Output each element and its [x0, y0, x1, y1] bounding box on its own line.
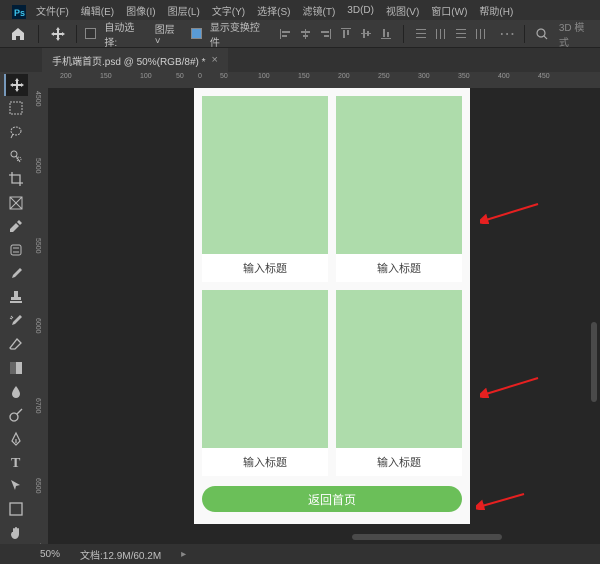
marquee-tool[interactable] [4, 98, 28, 120]
align-hcenter-icon[interactable] [297, 25, 315, 43]
card-item: 输入标题 [336, 96, 462, 282]
menu-filter[interactable]: 滤镜(T) [299, 1, 340, 20]
show-transform-checkbox[interactable] [191, 28, 202, 39]
separator [403, 25, 404, 43]
align-right-icon[interactable] [317, 25, 335, 43]
menubar: Ps 文件(F) 编辑(E) 图像(I) 图层(L) 文字(Y) 选择(S) 滤… [0, 0, 600, 20]
svg-text:Ps: Ps [14, 8, 25, 18]
card-item: 输入标题 [202, 290, 328, 476]
align-vcenter-icon[interactable] [357, 25, 375, 43]
ruler-vertical[interactable]: 4500 5000 5500 6000 6700 6500 7000 [32, 88, 48, 544]
quickselect-tool[interactable] [4, 145, 28, 167]
hand-tool[interactable] [4, 522, 28, 544]
distribute-3-icon[interactable] [452, 25, 470, 43]
move-tool[interactable] [4, 74, 28, 96]
ruler-corner [32, 72, 48, 88]
type-tool[interactable]: T [4, 452, 28, 474]
workspace: T 200 150 100 50 0 50 100 150 200 250 30… [0, 72, 600, 544]
zoom-level[interactable]: 50% [40, 549, 60, 560]
align-group [277, 25, 395, 43]
brush-tool[interactable] [4, 263, 28, 285]
card-image-placeholder [336, 290, 462, 448]
tools-panel: T [0, 72, 32, 544]
card-title: 输入标题 [202, 254, 328, 282]
move-tool-icon[interactable] [47, 23, 69, 45]
mode3d-label[interactable]: 3D 模式 [559, 19, 594, 49]
distribute-1-icon[interactable] [412, 25, 430, 43]
menu-select[interactable]: 选择(S) [253, 1, 294, 20]
history-brush-tool[interactable] [4, 310, 28, 332]
scrollbar-vertical[interactable] [591, 322, 597, 402]
blur-tool[interactable] [4, 381, 28, 403]
gradient-tool[interactable] [4, 357, 28, 379]
show-transform-label: 显示变换控件 [210, 19, 269, 49]
card-item: 输入标题 [336, 290, 462, 476]
document-tab-title: 手机端首页.psd @ 50%(RGB/8#) * [52, 53, 206, 68]
card-title: 输入标题 [336, 448, 462, 476]
menu-image[interactable]: 图像(I) [122, 1, 159, 20]
app-logo-icon: Ps [8, 3, 22, 17]
scrollbar-horizontal[interactable] [352, 534, 502, 540]
align-bottom-icon[interactable] [377, 25, 395, 43]
card-title: 输入标题 [202, 448, 328, 476]
home-button[interactable] [6, 22, 30, 46]
align-top-icon[interactable] [337, 25, 355, 43]
path-select-tool[interactable] [4, 475, 28, 497]
menu-file[interactable]: 文件(F) [32, 1, 73, 20]
pen-tool[interactable] [4, 428, 28, 450]
card-image-placeholder [202, 290, 328, 448]
document-tabs: 手机端首页.psd @ 50%(RGB/8#) * × [0, 48, 600, 72]
frame-tool[interactable] [4, 192, 28, 214]
distribute-group [412, 25, 490, 43]
document-tab[interactable]: 手机端首页.psd @ 50%(RGB/8#) * × [42, 48, 228, 72]
menu-type[interactable]: 文字(Y) [208, 1, 249, 20]
document-canvas[interactable]: 输入标题 输入标题 输入标题 输入标题 返回首页 [194, 88, 470, 524]
align-left-icon[interactable] [277, 25, 295, 43]
dots-icon[interactable]: ⋯ [498, 25, 516, 43]
card-image-placeholder [202, 96, 328, 254]
return-home-button[interactable]: 返回首页 [202, 486, 462, 512]
dodge-tool[interactable] [4, 404, 28, 426]
options-bar: 自动选择: 图层 ˅ 显示变换控件 ⋯ 3D 模式 [0, 20, 600, 48]
stamp-tool[interactable] [4, 286, 28, 308]
eraser-tool[interactable] [4, 334, 28, 356]
menu-window[interactable]: 窗口(W) [427, 1, 471, 20]
separator [76, 25, 77, 43]
canvas-area[interactable]: 200 150 100 50 0 50 100 150 200 250 300 … [32, 72, 600, 544]
menu-layer[interactable]: 图层(L) [164, 1, 204, 20]
doc-info[interactable]: 文档:12.9M/60.2M [80, 547, 161, 562]
eyedropper-tool[interactable] [4, 216, 28, 238]
menu-3d[interactable]: 3D(D) [343, 3, 378, 18]
auto-select-dropdown[interactable]: 图层 ˅ [155, 21, 183, 47]
menu-edit[interactable]: 编辑(E) [77, 1, 118, 20]
crop-tool[interactable] [4, 168, 28, 190]
distribute-4-icon[interactable] [472, 25, 490, 43]
card-title: 输入标题 [336, 254, 462, 282]
card-image-placeholder [336, 96, 462, 254]
status-bar: 50% 文档:12.9M/60.2M ▸ [0, 544, 600, 564]
ruler-horizontal[interactable]: 200 150 100 50 0 50 100 150 200 250 300 … [48, 72, 600, 88]
search-icon[interactable] [533, 25, 551, 43]
auto-select-checkbox[interactable] [85, 28, 96, 39]
auto-select-label: 自动选择: [104, 19, 146, 49]
distribute-2-icon[interactable] [432, 25, 450, 43]
menu-view[interactable]: 视图(V) [382, 1, 423, 20]
close-icon[interactable]: × [212, 54, 218, 66]
separator [524, 25, 525, 43]
menu-help[interactable]: 帮助(H) [475, 1, 517, 20]
healing-tool[interactable] [4, 239, 28, 261]
lasso-tool[interactable] [4, 121, 28, 143]
separator [38, 25, 39, 43]
shape-tool[interactable] [4, 499, 28, 521]
svg-text:T: T [11, 456, 21, 470]
card-item: 输入标题 [202, 96, 328, 282]
